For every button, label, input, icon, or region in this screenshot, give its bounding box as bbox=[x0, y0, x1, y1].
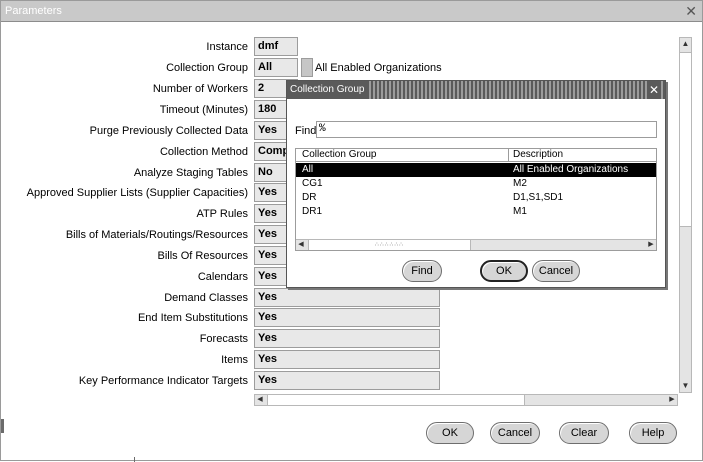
table-row[interactable]: DR1 M1 bbox=[296, 205, 656, 219]
cell-group: DR1 bbox=[302, 206, 323, 217]
cell-group: All bbox=[302, 164, 314, 175]
label-number-of-workers: Number of Workers bbox=[152, 83, 248, 95]
dialog-close-icon[interactable]: ✕ bbox=[646, 81, 661, 99]
cell-description: All Enabled Organizations bbox=[513, 164, 629, 175]
dialog-ok-label: OK bbox=[496, 265, 512, 277]
find-button-label: Find bbox=[411, 265, 433, 277]
scroll-right-icon[interactable]: ▶ bbox=[667, 395, 677, 405]
collection-group-dialog: Collection Group ✕ Find % Collection Gro… bbox=[286, 80, 666, 288]
label-end-item-substitutions: End Item Substitutions bbox=[137, 312, 248, 324]
table-row[interactable]: All All Enabled Organizations bbox=[296, 163, 656, 177]
help-button[interactable]: Help bbox=[629, 422, 677, 444]
clear-button-label: Clear bbox=[570, 427, 598, 439]
label-timeout: Timeout (Minutes) bbox=[159, 104, 248, 116]
find-label: Find bbox=[295, 125, 317, 137]
find-input[interactable]: % bbox=[316, 121, 657, 138]
cell-description: D1,S1,SD1 bbox=[513, 192, 564, 203]
grip-icon[interactable]: ∴∴∴∴∴∴ bbox=[308, 240, 471, 250]
scroll-down-icon[interactable]: ▼ bbox=[680, 380, 691, 392]
scroll-right-icon[interactable]: ▶ bbox=[646, 240, 656, 250]
label-demand-classes: Demand Classes bbox=[164, 292, 248, 304]
cell-group: DR bbox=[302, 192, 317, 203]
label-items: Items bbox=[221, 354, 248, 366]
field-forecasts[interactable]: Yes bbox=[254, 329, 440, 348]
scroll-left-icon[interactable]: ◀ bbox=[296, 240, 306, 250]
field-instance[interactable]: dmf bbox=[254, 37, 298, 56]
scroll-left-icon[interactable]: ◀ bbox=[255, 395, 265, 405]
label-purge-data: Purge Previously Collected Data bbox=[89, 125, 248, 137]
field-end-item-substitutions[interactable]: Yes bbox=[254, 308, 440, 327]
collection-group-description: All Enabled Organizations bbox=[315, 62, 442, 74]
field-items[interactable]: Yes bbox=[254, 350, 440, 369]
label-atp-rules: ATP Rules bbox=[196, 208, 248, 220]
list-of-values-button[interactable] bbox=[301, 58, 313, 77]
label-collection-group: Collection Group bbox=[166, 62, 248, 74]
dialog-ok-button[interactable]: OK bbox=[480, 260, 528, 282]
column-header-description[interactable]: Description bbox=[513, 149, 563, 160]
ok-button-label: OK bbox=[442, 427, 458, 439]
edge-marker-bottom bbox=[134, 457, 135, 462]
field-kpi-targets[interactable]: Yes bbox=[254, 371, 440, 390]
horizontal-scrollbar[interactable]: ◀ ▶ bbox=[254, 394, 678, 406]
label-instance: Instance bbox=[206, 41, 248, 53]
cancel-button-label: Cancel bbox=[497, 427, 533, 439]
parameters-window: Parameters ✕ Instance Collection Group N… bbox=[0, 0, 703, 462]
ok-button[interactable]: OK bbox=[426, 422, 474, 444]
dialog-cancel-label: Cancel bbox=[538, 265, 574, 277]
label-analyze-staging: Analyze Staging Tables bbox=[133, 167, 248, 179]
edge-marker bbox=[1, 419, 4, 433]
dialog-cancel-button[interactable]: Cancel bbox=[532, 260, 580, 282]
field-demand-classes[interactable]: Yes bbox=[254, 288, 440, 307]
cell-description: M1 bbox=[513, 206, 527, 217]
help-button-label: Help bbox=[641, 427, 665, 439]
table-row[interactable]: CG1 M2 bbox=[296, 177, 656, 191]
label-collection-method: Collection Method bbox=[159, 146, 248, 158]
cancel-button[interactable]: Cancel bbox=[490, 422, 540, 444]
scroll-thumb[interactable] bbox=[680, 52, 691, 227]
label-bills-of-resources: Bills Of Resources bbox=[157, 250, 248, 262]
grid-horizontal-scrollbar[interactable]: ◀ ∴∴∴∴∴∴ ▶ bbox=[296, 239, 656, 250]
find-button[interactable]: Find bbox=[402, 260, 442, 282]
scroll-thumb-horizontal[interactable] bbox=[267, 395, 525, 405]
scroll-up-icon[interactable]: ▲ bbox=[680, 38, 691, 50]
window-titlebar: Parameters ✕ bbox=[1, 1, 702, 22]
label-forecasts: Forecasts bbox=[199, 333, 248, 345]
table-row[interactable]: DR D1,S1,SD1 bbox=[296, 191, 656, 205]
window-title: Parameters bbox=[5, 5, 62, 17]
dialog-titlebar: Collection Group ✕ bbox=[287, 81, 665, 99]
vertical-scrollbar[interactable]: ▲ ▼ bbox=[679, 37, 692, 393]
grid-header: Collection Group Description bbox=[296, 149, 656, 162]
close-icon[interactable]: ✕ bbox=[685, 1, 697, 22]
label-calendars: Calendars bbox=[197, 271, 248, 283]
dialog-title: Collection Group bbox=[287, 81, 369, 99]
label-approved-supplier-lists: Approved Supplier Lists (Supplier Capaci… bbox=[26, 187, 248, 199]
label-bills-of-materials: Bills of Materials/Routings/Resources bbox=[65, 229, 248, 241]
column-separator bbox=[508, 149, 509, 162]
cell-group: CG1 bbox=[302, 178, 323, 189]
label-kpi-targets: Key Performance Indicator Targets bbox=[78, 375, 248, 387]
field-collection-group[interactable]: All bbox=[254, 58, 298, 77]
cell-description: M2 bbox=[513, 178, 527, 189]
results-grid: Collection Group Description All All Ena… bbox=[295, 148, 657, 251]
clear-button[interactable]: Clear bbox=[559, 422, 609, 444]
column-header-collection-group[interactable]: Collection Group bbox=[302, 149, 376, 160]
